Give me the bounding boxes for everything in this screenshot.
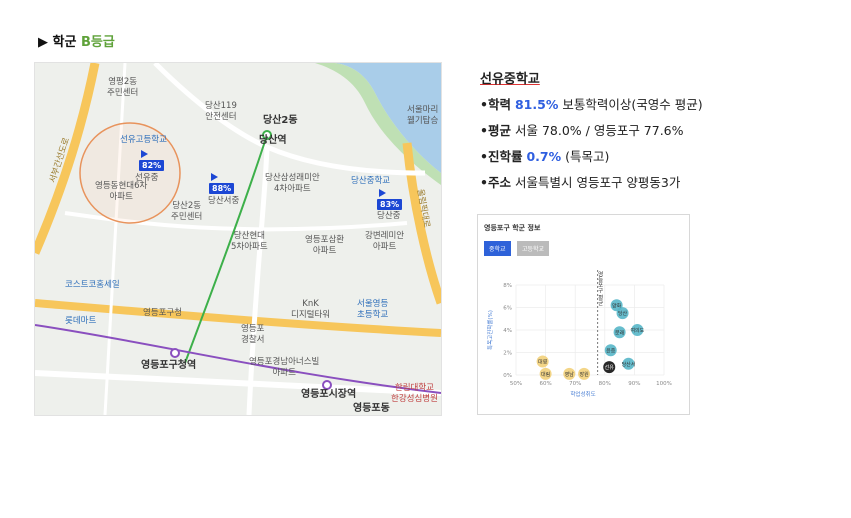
map-label-dangsan2-center2[interactable]: 당산2동 주민센터: [171, 201, 202, 223]
map-label-dangsan-jung[interactable]: 당산중: [377, 211, 400, 222]
point-label: 장원: [579, 371, 589, 378]
y-tick-label: 0%: [503, 373, 512, 379]
map-label-knk[interactable]: KnK 디지털타워: [291, 299, 330, 321]
academic-row: •학력 81.5% 보통학력이상(국영수 평균): [480, 94, 703, 113]
map-label-ydp-gu[interactable]: 영등포구청: [143, 308, 182, 319]
point-label: 대림: [541, 371, 550, 378]
point-label: 당산서: [622, 361, 636, 368]
flag-seonyu[interactable]: 82%: [139, 160, 165, 171]
map-label-dangsan2dong[interactable]: 당산2동: [263, 115, 298, 126]
map-label-dangsan2-center[interactable]: 영평2동 주민센터: [107, 77, 138, 99]
map-label-lotte[interactable]: 롯데마트: [65, 316, 96, 327]
academic-label: •학력: [480, 97, 511, 112]
address-desc: 서울특별시 영등포구 양평동3가: [514, 175, 681, 190]
school-info-panel: 선유중학교 •학력 81.5% 보통학력이상(국영수 평균) •평균 서울 78…: [480, 68, 703, 198]
map-label-gangbyeon-apt[interactable]: 강변레미안 아파트: [365, 231, 404, 253]
address-row: •주소 서울특별시 영등포구 양평동3가: [480, 172, 703, 191]
map-label-hyundai5[interactable]: 당산현대 5차아파트: [231, 231, 268, 253]
school-map[interactable]: 서부간선도로 올림픽대로 영평2동 주민센터 당산119 안전센터 당산2동 당산역 서울마…: [34, 62, 442, 416]
map-label-seoul-elem[interactable]: 서울영등 초등학교: [357, 299, 388, 321]
advancement-value: 0.7%: [526, 149, 562, 164]
district-chart: 영등포구 학군 정보 중학교 고등학교 0% 2% 4% 6% 8% 50% 60% 70% 8…: [477, 214, 690, 415]
section-header: ▶ 학군 B등급: [38, 31, 115, 50]
map-label-gyeongnam[interactable]: 영등포경남아너스빌 아파트: [249, 357, 319, 379]
average-row: •평균 서울 78.0% / 영등포구 77.6%: [480, 120, 703, 139]
grade-badge: B등급: [80, 35, 115, 50]
average-desc: 서울 78.0% / 영등포구 77.6%: [514, 123, 684, 138]
y-axis-label: 특목고진학률(%): [486, 310, 494, 350]
point-label: 당산: [618, 310, 628, 317]
flag-dangsan[interactable]: 83%: [377, 199, 403, 210]
map-label-ydp-police[interactable]: 영등포 경찰서: [241, 324, 264, 346]
advancement-row: •진학률 0.7% (특목고): [480, 146, 703, 165]
map-label-dangsan-station[interactable]: 당산역: [259, 135, 287, 146]
scatter-plot: 0% 2% 4% 6% 8% 50% 60% 70% 80% 90% 100% 영등포구 평균학업성취…: [486, 270, 672, 398]
x-tick-label: 80%: [599, 381, 611, 387]
point-label: 선유: [605, 364, 615, 371]
map-label-youngdeung-apt[interactable]: 영등동현대6차 아파트: [95, 181, 147, 203]
advancement-desc: (특목고): [565, 149, 610, 164]
map-label-dangsan119[interactable]: 당산119 안전센터: [205, 101, 237, 123]
map-label-dangsan-samsung[interactable]: 당산삼성래미안 4차아파트: [265, 173, 320, 195]
flag-dangsan-icon: [379, 189, 386, 197]
map-label-ydp-dong[interactable]: 영등포동: [353, 403, 390, 414]
map-label-youngdeung-apt2[interactable]: 영등포삼환 아파트: [305, 235, 344, 257]
header-prefix: ▶ 학군: [38, 35, 81, 50]
x-tick-label: 60%: [539, 381, 551, 387]
advancement-label: •진학률: [480, 149, 523, 164]
point-label: 영남: [565, 371, 575, 378]
y-tick-label: 2%: [503, 351, 512, 357]
flag-dangsanseo[interactable]: 88%: [209, 183, 235, 194]
x-tick-label: 50%: [510, 381, 522, 387]
y-tick-label: 8%: [503, 283, 512, 289]
flag-seonyu-icon: [141, 150, 148, 158]
map-label-seoul-sign[interactable]: 서울마리 웰기탑승: [407, 105, 438, 127]
map-label-seonyu-high[interactable]: 선유고등학교: [120, 135, 167, 146]
map-label-ydp-1dong[interactable]: 영등포구청역: [141, 360, 196, 371]
address-label: •주소: [480, 175, 511, 190]
y-tick-label: 4%: [503, 328, 512, 334]
map-label-costco[interactable]: 코스트코홈세일: [65, 280, 120, 291]
point-label: 윤중: [606, 348, 616, 354]
average-label: •평균: [480, 123, 511, 138]
map-label-hallym[interactable]: 한림대학교 한강성심병원: [391, 383, 438, 405]
academic-desc: 보통학력이상(국영수 평균): [562, 97, 703, 112]
x-tick-label: 70%: [569, 381, 581, 387]
point-label: 문래: [615, 329, 625, 336]
reference-label: 영등포구 평균: [597, 270, 604, 306]
map-label-dangsan-seo[interactable]: 당산서중: [208, 196, 239, 207]
map-label-ydp-market[interactable]: 영등포시장역: [301, 389, 356, 400]
x-tick-label: 90%: [628, 381, 640, 387]
point-label: 대영: [538, 359, 547, 366]
map-label-dangsan-mid[interactable]: 당산중학교: [351, 176, 390, 187]
point-label: 여의도: [630, 327, 644, 334]
x-axis-label: 학업성취도: [570, 390, 595, 398]
x-tick-label: 100%: [656, 381, 672, 387]
school-name[interactable]: 선유중학교: [480, 68, 703, 87]
flag-dangsanseo-icon: [211, 173, 218, 181]
academic-value: 81.5%: [514, 97, 559, 112]
y-tick-label: 6%: [503, 306, 512, 312]
